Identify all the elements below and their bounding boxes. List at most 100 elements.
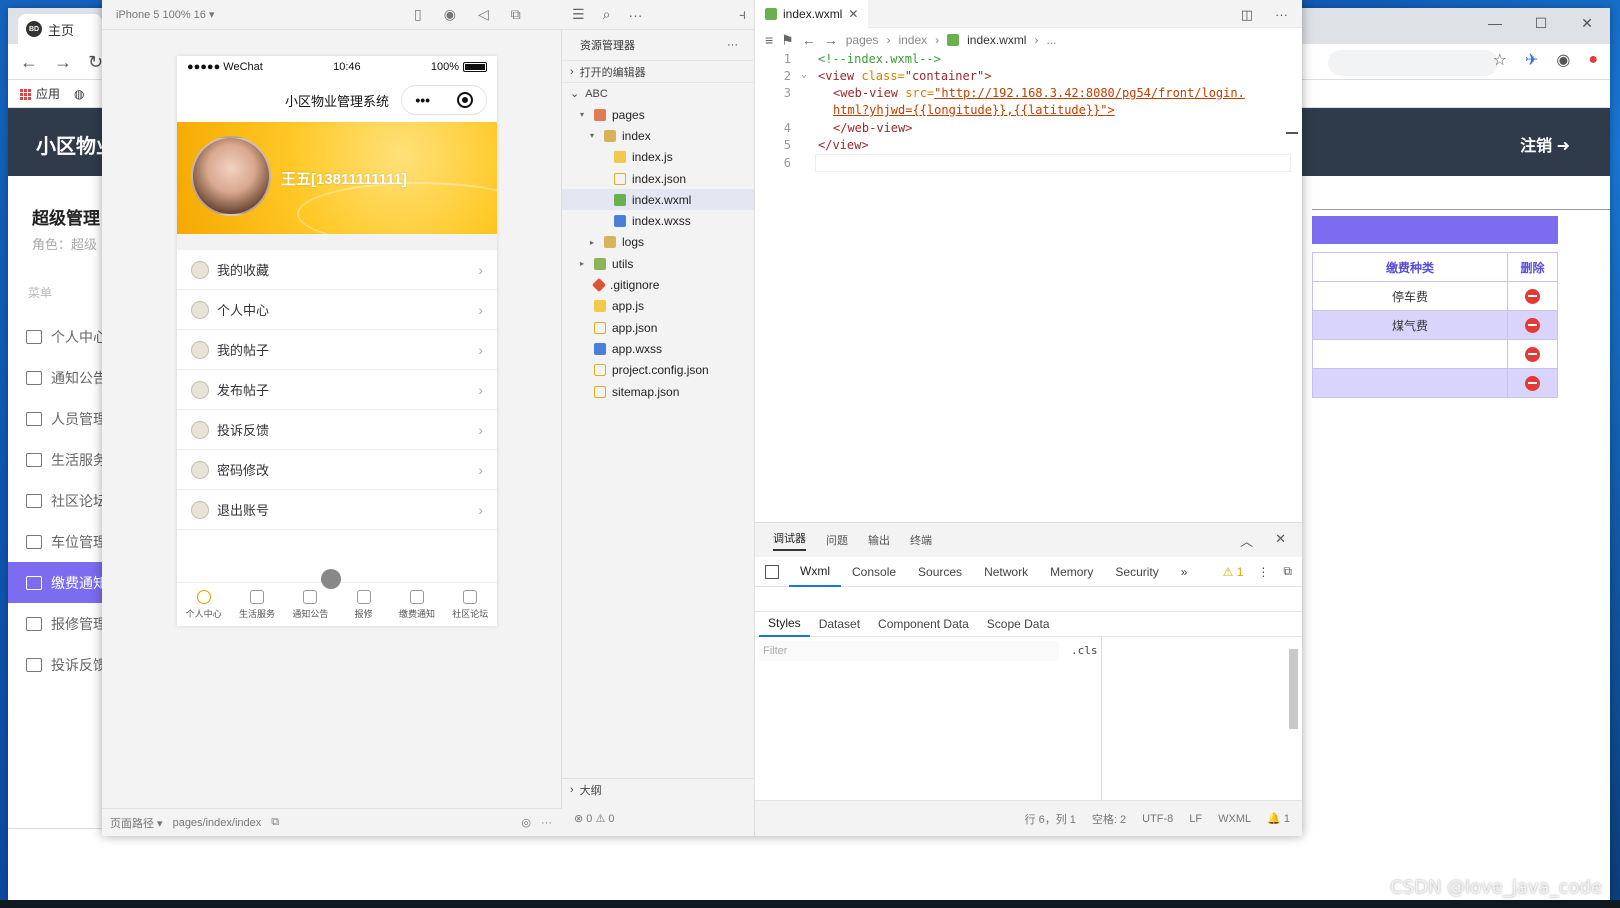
profile-avatar-icon[interactable]: ◉ xyxy=(1556,50,1570,70)
phone-icon[interactable]: ▯ xyxy=(414,6,422,23)
devtools-tab[interactable]: Sources xyxy=(907,557,973,587)
outline-section[interactable]: › 大纲 xyxy=(562,778,755,800)
more-icon[interactable]: ··· xyxy=(541,817,552,829)
profile-menu-item[interactable]: 我的帖子 › xyxy=(177,330,497,370)
devtools-tab[interactable]: Memory xyxy=(1039,557,1104,587)
breadcrumb-item[interactable]: pages xyxy=(846,33,879,47)
scrollbar-thumb[interactable] xyxy=(1289,649,1298,729)
explorer-more-icon[interactable]: ··· xyxy=(727,39,738,51)
delete-icon[interactable] xyxy=(1525,317,1540,333)
tabbar-item[interactable]: 生活服务 xyxy=(230,583,283,626)
open-editors-section[interactable]: › 打开的编辑器 xyxy=(562,60,754,82)
user-avatar[interactable] xyxy=(191,136,271,216)
breadcrumb-item[interactable]: index xyxy=(898,33,927,47)
warning-badge[interactable]: ⚠ 1 xyxy=(1223,565,1244,579)
profile-menu-item[interactable]: 投诉反馈 › xyxy=(177,410,497,450)
admin-menu-item[interactable]: 通知公告 xyxy=(8,357,102,398)
breadcrumb-item[interactable]: index.wxml xyxy=(967,33,1026,47)
globe-icon[interactable]: ◍ xyxy=(74,87,84,101)
forward-icon[interactable]: → xyxy=(824,32,838,48)
file-tree-item[interactable]: ▸ logs xyxy=(562,232,754,253)
file-tree-item[interactable]: .gitignore xyxy=(562,274,754,295)
eye-icon[interactable]: ◎ xyxy=(521,816,531,829)
fold-chevron-icon[interactable]: ⌄ xyxy=(801,69,807,80)
status-item[interactable]: UTF-8 xyxy=(1142,813,1173,825)
devtools-tab[interactable]: Network xyxy=(973,557,1039,587)
apps-bookmark[interactable]: 应用 xyxy=(20,85,60,102)
code-editor[interactable]: 1 2 3 4 5 6 ⌄ <!--index.wxml--> <view cl… xyxy=(755,50,1295,520)
star-icon[interactable]: ☆ xyxy=(1493,50,1507,70)
cls-toggle[interactable]: .cls xyxy=(1071,644,1098,657)
more-actions-icon[interactable]: ··· xyxy=(1275,7,1288,23)
browser-tab[interactable]: BD 主页 xyxy=(18,14,102,44)
extension-icon[interactable]: ✈ xyxy=(1525,50,1538,70)
record-icon[interactable]: ◉ xyxy=(444,6,456,23)
admin-menu-item[interactable]: 生活服务 xyxy=(8,439,102,480)
profile-menu-item[interactable]: 个人中心 › xyxy=(177,290,497,330)
file-tree-item[interactable]: ▸ utils xyxy=(562,253,754,274)
file-tree-item[interactable]: app.js xyxy=(562,296,754,317)
logout-button[interactable]: 注销 ➜ xyxy=(1520,132,1570,156)
devtools-tab[interactable]: Console xyxy=(841,557,907,587)
file-tree-item[interactable]: index.json xyxy=(562,168,754,189)
status-item[interactable]: 空格: 2 xyxy=(1092,811,1126,827)
outline-icon[interactable]: ≡ xyxy=(765,32,773,48)
profile-menu-item[interactable]: 密码修改 › xyxy=(177,450,497,490)
back-arrow-icon[interactable]: ← xyxy=(20,52,38,73)
status-item[interactable]: WXML xyxy=(1218,813,1251,825)
page-path-label[interactable]: 页面路径 ▾ xyxy=(110,815,163,831)
admin-menu-item[interactable]: 人员管理 xyxy=(8,398,102,439)
status-item[interactable]: 🔔 1 xyxy=(1267,812,1290,825)
styles-subtab[interactable]: Dataset xyxy=(810,611,869,637)
delete-icon[interactable] xyxy=(1525,375,1540,391)
more-icon[interactable]: ··· xyxy=(628,7,642,23)
tabbar-item[interactable]: 报修 xyxy=(337,583,390,626)
profile-menu-item[interactable]: 我的收藏 › xyxy=(177,250,497,290)
file-tree-item[interactable]: ▾ index xyxy=(562,125,754,146)
file-tree-item[interactable]: index.wxss xyxy=(562,210,754,231)
split-icon[interactable]: ⫞ xyxy=(739,6,746,23)
tabbar-item[interactable]: 个人中心 xyxy=(177,583,230,626)
devtools-tab[interactable]: » xyxy=(1170,557,1199,587)
status-item[interactable]: 行 6，列 1 xyxy=(1025,811,1076,827)
profile-menu-item[interactable]: 发布帖子 › xyxy=(177,370,497,410)
reload-icon[interactable]: ↻ xyxy=(88,52,103,73)
file-tree-item[interactable]: app.wxss xyxy=(562,338,754,359)
debugger-tab[interactable]: 问题 xyxy=(826,532,848,548)
delete-icon[interactable] xyxy=(1525,288,1540,304)
dock-icon[interactable]: ⧉ xyxy=(1283,564,1292,579)
file-tree-item[interactable]: app.json xyxy=(562,317,754,338)
collapse-icon[interactable]: ︿ xyxy=(1240,531,1253,550)
bookmark-icon[interactable]: ⚑ xyxy=(781,32,794,49)
admin-menu-item[interactable]: 车位管理 xyxy=(8,521,102,562)
address-bar[interactable] xyxy=(1328,50,1498,76)
admin-menu-item[interactable]: 报修管理 xyxy=(8,603,102,644)
pane-divider[interactable] xyxy=(1101,637,1102,801)
list-icon[interactable]: ☰ xyxy=(572,6,585,23)
project-section[interactable]: ⌄ ABC xyxy=(562,82,754,104)
debugger-tab[interactable]: 终端 xyxy=(910,532,932,548)
debugger-tab[interactable]: 调试器 xyxy=(773,530,806,551)
file-tree-item[interactable]: ▾ pages xyxy=(562,104,754,125)
close-miniprogram-icon[interactable] xyxy=(456,92,473,108)
admin-menu-item[interactable]: 投诉反馈 xyxy=(8,644,102,685)
kebab-menu-icon[interactable]: ⋮ xyxy=(1257,565,1269,579)
minimize-button[interactable]: — xyxy=(1472,8,1518,38)
styles-filter-input[interactable]: Filter xyxy=(759,641,1059,661)
devtools-tab[interactable]: Security xyxy=(1104,557,1169,587)
profile-menu-item[interactable]: 退出账号 › xyxy=(177,490,497,530)
more-dots-icon[interactable]: ••• xyxy=(415,92,430,108)
maximize-button[interactable]: ☐ xyxy=(1518,8,1564,38)
device-selector[interactable]: iPhone 5 100% 16 ▾ xyxy=(116,8,214,21)
status-item[interactable]: LF xyxy=(1189,813,1202,825)
tabbar-item[interactable]: 通知公告 xyxy=(284,583,337,626)
admin-menu-item[interactable]: 社区论坛 xyxy=(8,480,102,521)
delete-icon[interactable] xyxy=(1525,346,1540,362)
breadcrumb-item[interactable]: ... xyxy=(1046,33,1056,47)
styles-subtab[interactable]: Component Data xyxy=(869,611,978,637)
file-tree-item[interactable]: index.js xyxy=(562,147,754,168)
detach-window-icon[interactable]: ⧉ xyxy=(511,6,521,23)
close-panel-icon[interactable]: ✕ xyxy=(1275,531,1286,550)
file-tree-item[interactable]: sitemap.json xyxy=(562,381,754,402)
copy-icon[interactable]: ⧉ xyxy=(271,816,279,829)
